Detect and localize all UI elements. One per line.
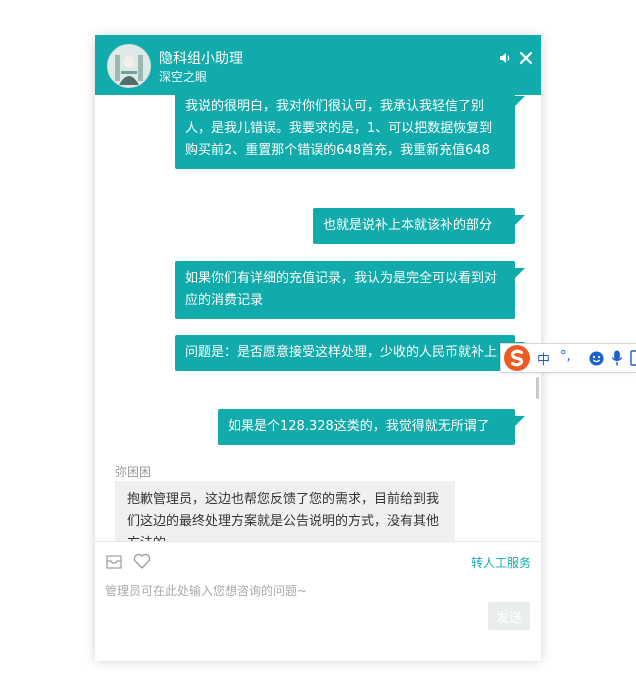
transfer-to-human-link[interactable]: 转人工服务 [471, 554, 531, 571]
ime-toolbar: 中 °, [500, 343, 636, 373]
ime-mode-indicator[interactable]: 中 [537, 349, 550, 368]
message-input[interactable] [105, 580, 525, 602]
message-text: 如果你们有详细的充值记录，我认为是完全可以看到对应的消费记录 [185, 271, 498, 308]
ime-punctuation-indicator[interactable]: °, [560, 349, 571, 364]
user-message-bubble: 如果是个128.328这类的，我觉得就无所谓了 [218, 409, 525, 445]
header-title: 隐科组小助理 [159, 51, 243, 67]
chat-window: 隐科组小助理 深空之眼 我说的很明白，我对你们很认可，我承认我轻信了别人，是我儿… [95, 35, 541, 661]
emoji-icon[interactable] [589, 351, 604, 366]
chat-header: 隐科组小助理 深空之眼 [95, 35, 541, 95]
heart-icon[interactable] [133, 553, 151, 569]
agent-message-bubble: 抱歉管理员，这边也帮您反馈了您的需求，目前给到我们这边的最终处理方案就是公告说明… [115, 481, 455, 541]
message-text: 也就是说补上本就该补的部分 [323, 218, 493, 233]
user-message-bubble: 也就是说补上本就该补的部分 [313, 208, 525, 244]
input-area: 转人工服务 发送 [95, 541, 541, 661]
send-button[interactable]: 发送 [488, 602, 530, 630]
header-subtitle: 深空之眼 [159, 70, 208, 84]
avatar-image [108, 45, 150, 87]
speaker-icon[interactable] [499, 50, 511, 64]
message-text: 抱歉管理员，这边也帮您反馈了您的需求，目前给到我们这边的最终处理方案就是公告说明… [127, 492, 440, 541]
mail-icon[interactable] [106, 554, 122, 569]
message-area[interactable]: 我说的很明白，我对你们很认可，我承认我轻信了别人，是我儿错误。我要求的是，1、可… [95, 95, 541, 541]
user-message-bubble: 问题是：是否愿意接受这样处理，少收的人民币就补上 [175, 335, 525, 371]
agent-name: 弥困困 [115, 465, 152, 479]
close-icon[interactable] [519, 50, 533, 65]
message-text: 问题是：是否愿意接受这样处理，少收的人民币就补上 [185, 345, 498, 360]
user-message-bubble: 我说的很明白，我对你们很认可，我承认我轻信了别人，是我儿错误。我要求的是，1、可… [175, 95, 525, 169]
sogou-logo-icon[interactable] [504, 345, 530, 371]
microphone-icon[interactable] [611, 350, 623, 366]
message-text: 我说的很明白，我对你们很认可，我承认我轻信了别人，是我儿错误。我要求的是，1、可… [185, 99, 493, 158]
user-message-bubble: 如果你们有详细的充值记录，我认为是完全可以看到对应的消费记录 [175, 261, 525, 319]
message-text: 如果是个128.328这类的，我觉得就无所谓了 [228, 419, 490, 434]
avatar [107, 44, 151, 88]
scrollbar-thumb[interactable] [536, 377, 539, 399]
ime-more-icon[interactable] [629, 350, 636, 366]
